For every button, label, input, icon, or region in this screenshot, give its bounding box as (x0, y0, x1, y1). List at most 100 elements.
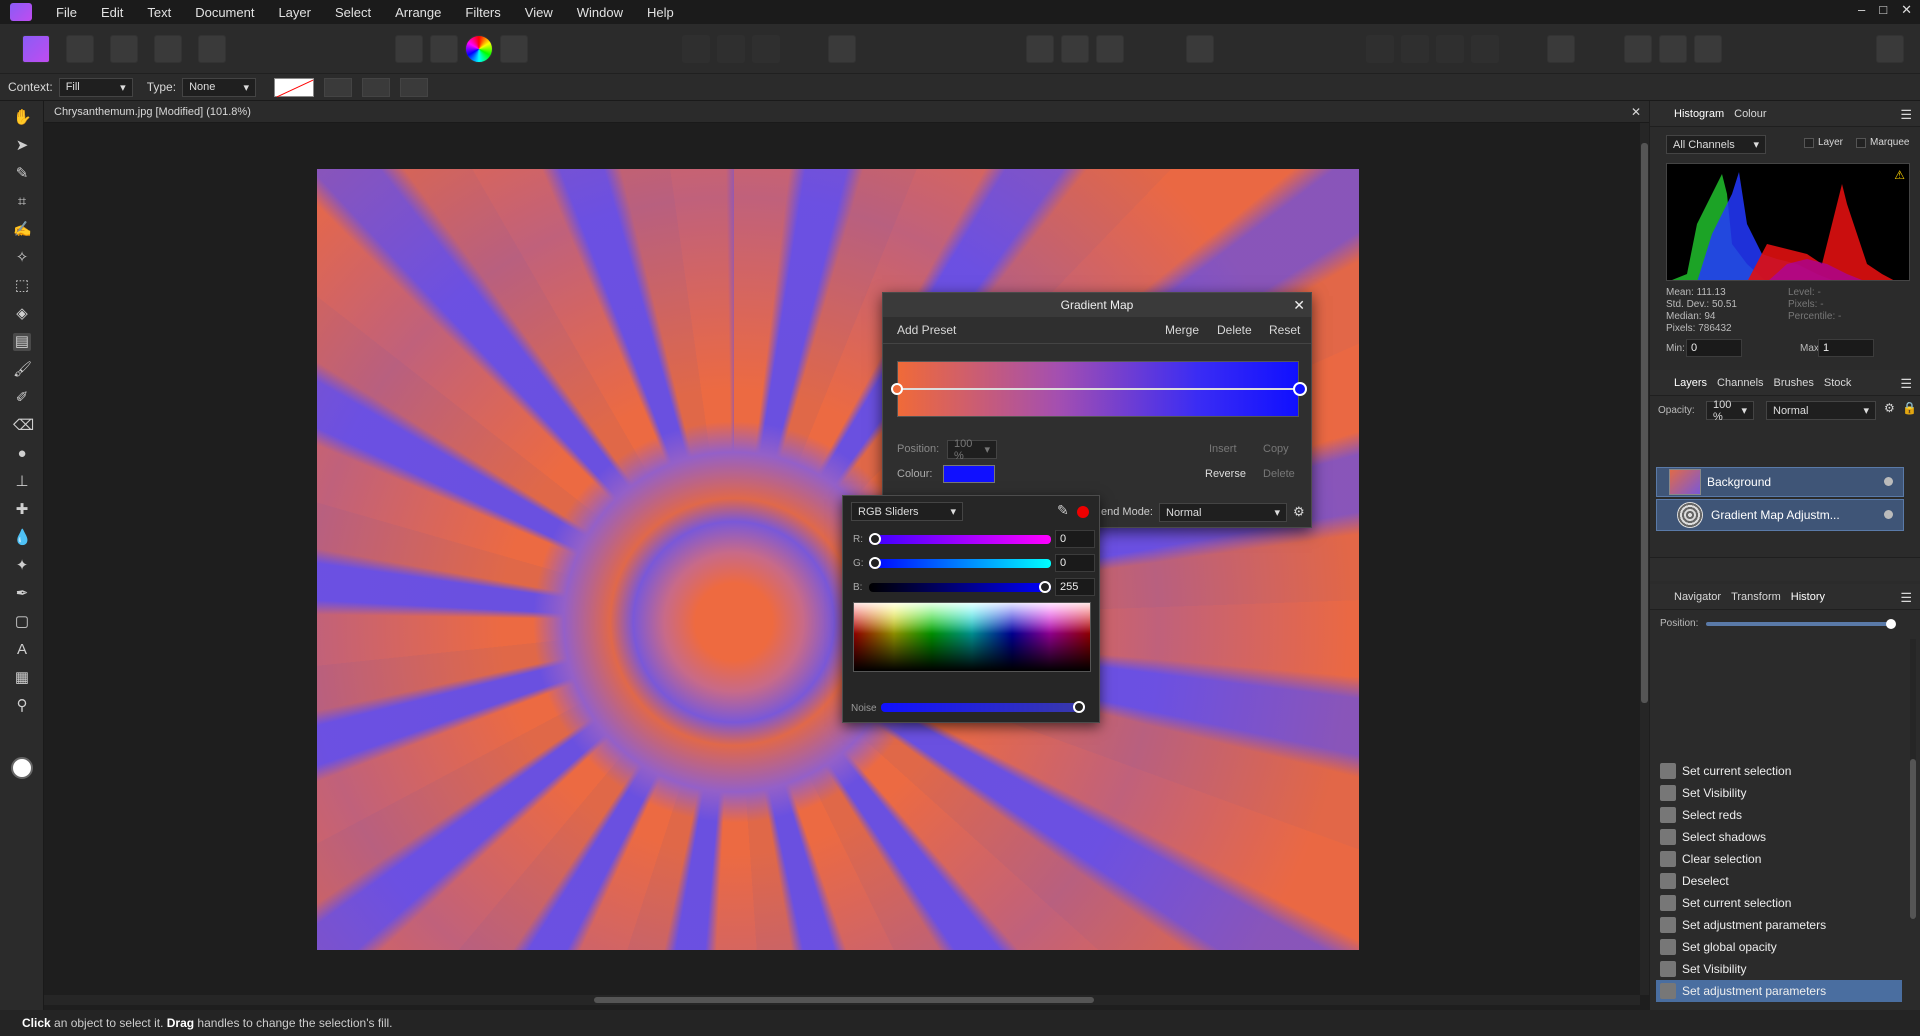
layer-blend-select[interactable]: Normal ▾ (1766, 401, 1876, 420)
flood-select-icon[interactable]: ✧ (13, 249, 31, 267)
visibility-dot-icon[interactable] (1884, 477, 1893, 486)
menu-layer[interactable]: Layer (266, 5, 323, 20)
gradient-tool-icon[interactable]: ▤ (13, 333, 31, 351)
minimize-button[interactable]: – (1858, 2, 1865, 18)
g-slider-knob[interactable] (869, 557, 881, 569)
position-field[interactable]: 100 % ▾ (947, 438, 997, 462)
reset-button[interactable]: Reset (1269, 323, 1300, 337)
tab-colour[interactable]: Colour (1734, 108, 1766, 120)
boolean-subtract-icon[interactable] (1659, 35, 1687, 63)
history-item[interactable]: Set Visibility (1656, 958, 1902, 980)
user-account-icon[interactable] (1876, 35, 1904, 63)
horizontal-scroll-thumb[interactable] (594, 997, 1094, 1003)
menu-arrange[interactable]: Arrange (383, 5, 453, 20)
layer-row-background[interactable]: Background (1656, 467, 1904, 497)
noise-slider-knob[interactable] (1073, 701, 1085, 713)
r-value-field[interactable]: 0 (1055, 530, 1095, 548)
history-item[interactable]: Set Visibility (1656, 782, 1902, 804)
paint-brush-icon[interactable]: 🖌 (13, 361, 32, 379)
close-document-icon[interactable]: ✕ (1631, 105, 1641, 119)
boolean-add-icon[interactable] (1624, 35, 1652, 63)
warning-icon[interactable]: ⚠ (1894, 168, 1905, 182)
colour-mode-select[interactable]: RGB Sliders ▾ (851, 502, 963, 521)
tab-histogram[interactable]: Histogram (1674, 108, 1724, 120)
perspective-tool-icon[interactable]: ▦ (13, 669, 31, 687)
force-pixel-icon[interactable] (1061, 35, 1089, 63)
layer-checkbox[interactable] (1804, 138, 1814, 148)
reverse-fill-icon[interactable] (324, 77, 353, 97)
r-slider[interactable] (869, 533, 1051, 545)
dodge-tool-icon[interactable]: ● (13, 445, 31, 463)
rotate-fill-icon[interactable] (362, 77, 391, 97)
gradient-stop-start[interactable] (891, 383, 903, 395)
menu-document[interactable]: Document (183, 5, 266, 20)
zoom-tool-icon[interactable]: ⚲ (13, 697, 31, 715)
mesh-warp-icon[interactable]: ✦ (13, 557, 31, 575)
history-item[interactable]: Select shadows (1656, 826, 1902, 848)
delete-stop-button[interactable]: Delete (1263, 468, 1295, 480)
gear-icon[interactable]: ⚙ (1293, 504, 1305, 520)
history-scrollbar[interactable] (1910, 639, 1916, 919)
context-select[interactable]: Fill ▾ (58, 77, 133, 97)
noise-slider[interactable] (881, 701, 1085, 713)
selection-mode-icon[interactable] (682, 35, 710, 63)
gear-icon[interactable]: ⚙ (1884, 401, 1895, 415)
tab-history[interactable]: History (1791, 591, 1825, 603)
gradient-map-title-bar[interactable]: Gradient Map ✕ (883, 293, 1311, 317)
menu-help[interactable]: Help (635, 5, 686, 20)
history-position-slider[interactable] (1706, 619, 1896, 629)
marquee-checkbox[interactable] (1856, 138, 1866, 148)
rectangle-tool-icon[interactable]: ▢ (13, 613, 31, 631)
colour-well-icon[interactable] (11, 757, 33, 779)
layer-row-gradient-map[interactable]: Gradient Map Adjustm... (1656, 499, 1904, 531)
erase-brush-icon[interactable]: ⌫ (13, 417, 34, 435)
colour-picker-icon[interactable]: ✎ (13, 165, 31, 183)
arrange-forward-icon[interactable] (1366, 35, 1394, 63)
channels-select[interactable]: All Channels ▾ (1666, 135, 1766, 154)
fill-swatch[interactable] (274, 77, 315, 97)
auto-contrast-icon[interactable] (430, 35, 458, 63)
history-item[interactable]: Set current selection (1656, 760, 1902, 782)
colour-replacement-icon[interactable]: ✐ (13, 389, 31, 407)
close-icon[interactable]: ✕ (1293, 293, 1305, 317)
magnet-icon[interactable] (1096, 35, 1124, 63)
max-field[interactable]: 1 (1818, 339, 1874, 357)
auto-colour-icon[interactable] (465, 35, 493, 63)
photo-persona-icon[interactable] (22, 35, 50, 63)
tab-channels[interactable]: Channels (1717, 377, 1763, 389)
tab-layers[interactable]: Layers (1674, 377, 1707, 389)
gradient-stop-end[interactable] (1293, 382, 1307, 396)
tab-brushes[interactable]: Brushes (1774, 377, 1814, 389)
menu-edit[interactable]: Edit (89, 5, 135, 20)
insert-button[interactable]: Insert (1209, 443, 1237, 455)
history-item[interactable]: Set adjustment parameters (1656, 914, 1902, 936)
visibility-dot-icon[interactable] (1884, 510, 1893, 519)
arrange-backward-icon[interactable] (1471, 35, 1499, 63)
panel-menu-icon[interactable]: ☰ (1900, 590, 1912, 606)
min-field[interactable]: 0 (1686, 339, 1742, 357)
document-tab[interactable]: Chrysanthemum.jpg [Modified] (101.8%) ✕ (44, 101, 1649, 123)
delete-preset-button[interactable]: Delete (1217, 323, 1252, 337)
selection-intersect-icon[interactable] (752, 35, 780, 63)
arrange-front-icon[interactable] (1436, 35, 1464, 63)
menu-select[interactable]: Select (323, 5, 383, 20)
type-select[interactable]: None ▾ (182, 77, 257, 97)
merge-button[interactable]: Merge (1165, 323, 1199, 337)
history-scroll-thumb[interactable] (1910, 759, 1916, 919)
blend-mode-select[interactable]: Normal ▾ (1159, 503, 1287, 522)
liquify-persona-icon[interactable] (66, 35, 94, 63)
horizontal-scrollbar[interactable] (44, 995, 1640, 1005)
eyedropper-icon[interactable]: ✎ (1057, 502, 1069, 519)
develop-persona-icon[interactable] (110, 35, 138, 63)
opacity-select[interactable]: 100 % ▾ (1706, 399, 1754, 423)
blur-brush-icon[interactable]: 💧 (13, 529, 32, 547)
history-item[interactable]: Select reds (1656, 804, 1902, 826)
auto-levels-icon[interactable] (395, 35, 423, 63)
text-tool-icon[interactable]: A (13, 641, 31, 659)
tab-navigator[interactable]: Navigator (1674, 591, 1721, 603)
crop-tool-icon[interactable]: ⌗ (13, 193, 31, 211)
healing-brush-icon[interactable]: ✚ (13, 501, 31, 519)
g-value-field[interactable]: 0 (1055, 554, 1095, 572)
assistant-icon[interactable] (1186, 35, 1214, 63)
vertical-scroll-thumb[interactable] (1641, 143, 1648, 703)
